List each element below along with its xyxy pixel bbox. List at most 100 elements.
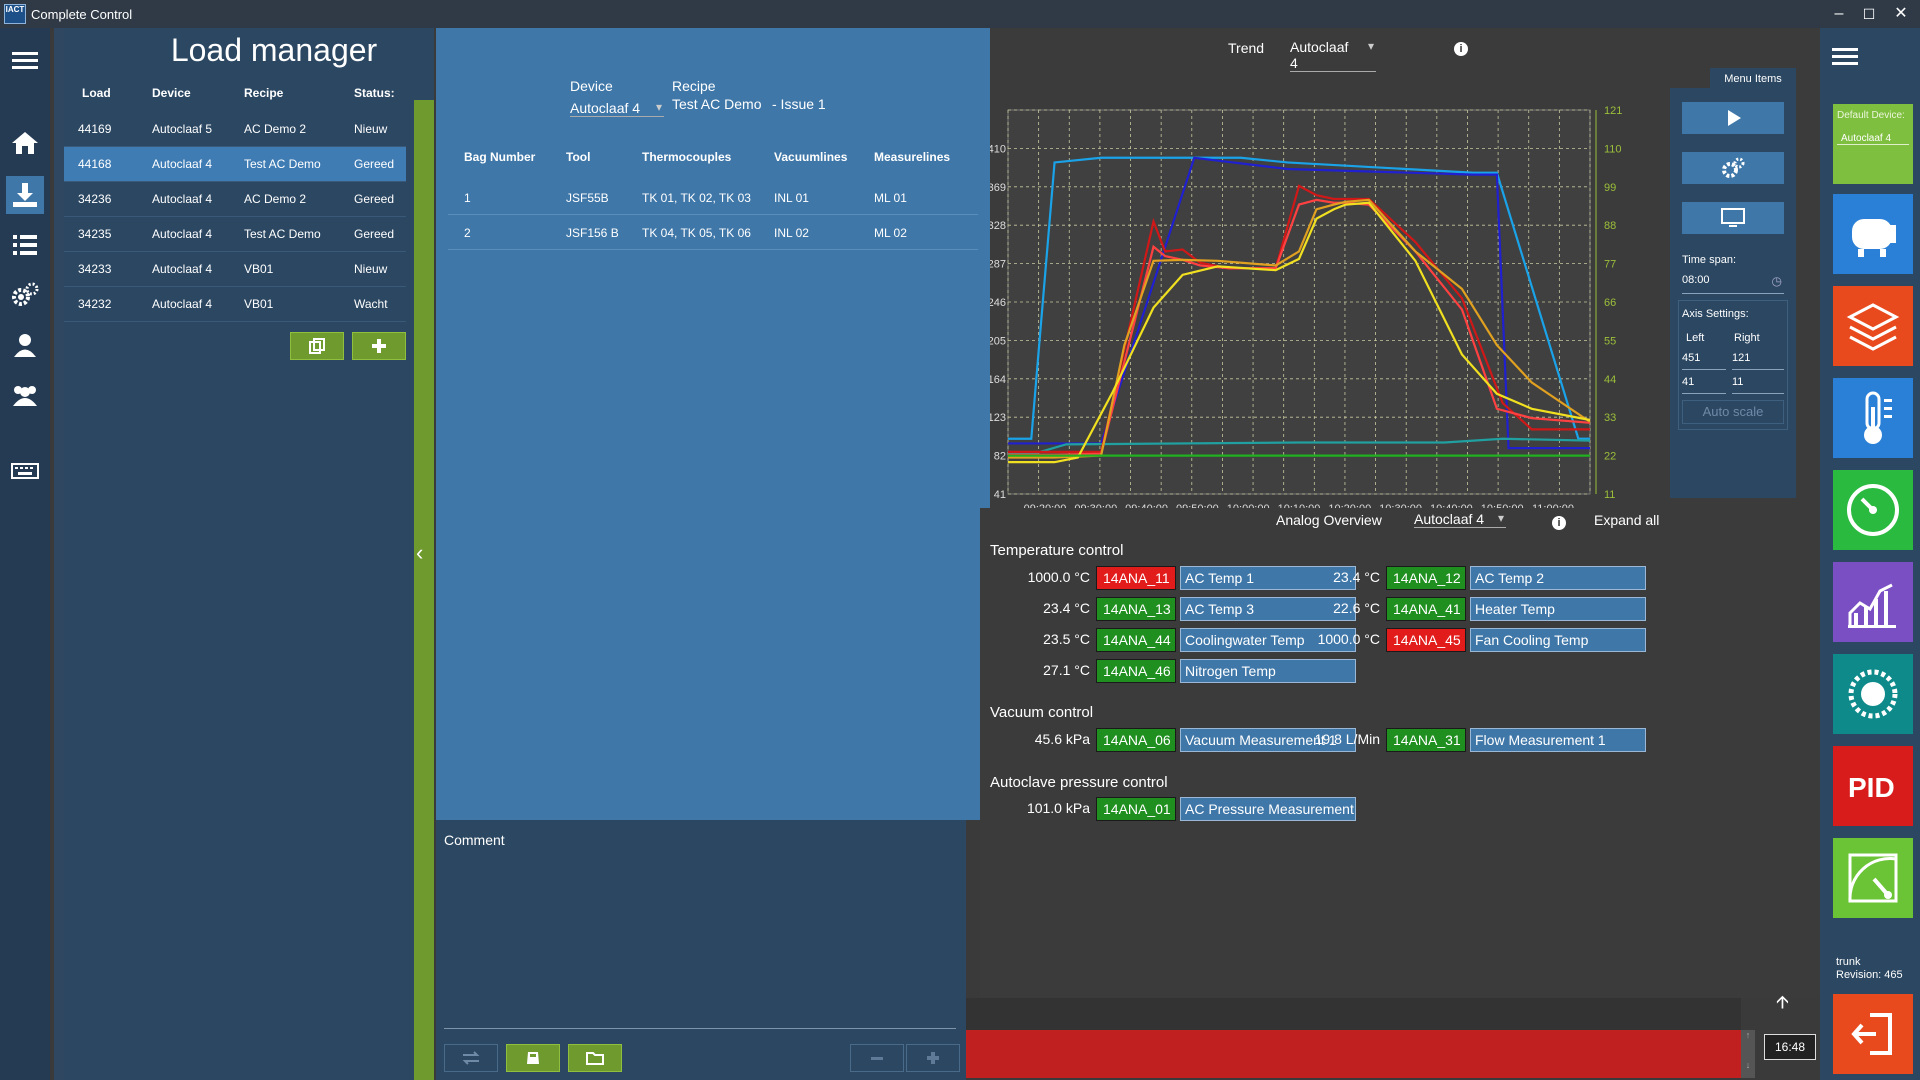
- right-min-input[interactable]: 11: [1732, 376, 1784, 394]
- list-icon[interactable]: [6, 226, 44, 264]
- analog-description[interactable]: AC Pressure Measurement: [1180, 797, 1356, 821]
- chart-settings-button[interactable]: [1682, 152, 1784, 184]
- open-folder-button[interactable]: [568, 1044, 622, 1072]
- col-load: Load: [82, 86, 111, 100]
- cell-status: Gereed: [354, 192, 395, 206]
- auto-scale-button[interactable]: Auto scale: [1682, 400, 1784, 424]
- right-max-input[interactable]: 121: [1732, 352, 1784, 370]
- download-icon[interactable]: [6, 176, 44, 214]
- analog-tag[interactable]: 14ANA_44: [1096, 628, 1176, 652]
- maximize-button[interactable]: ☐: [1856, 4, 1882, 24]
- table-row[interactable]: 34236 Autoclaaf 4 AC Demo 2 Gereed: [64, 182, 406, 217]
- analog-info-icon[interactable]: i: [1552, 516, 1566, 530]
- default-device-label: Default Device:: [1837, 110, 1905, 121]
- close-button[interactable]: ✕: [1888, 4, 1914, 24]
- left-min-input[interactable]: 41: [1682, 376, 1726, 394]
- scroll-up-icon[interactable]: ↑: [1741, 1030, 1755, 1040]
- analog-value: 23.4 °C: [1043, 600, 1090, 616]
- table-row[interactable]: 44169 Autoclaaf 5 AC Demo 2 Nieuw: [64, 112, 406, 147]
- users-group-icon[interactable]: [6, 376, 44, 414]
- user-icon[interactable]: [6, 326, 44, 364]
- analog-tag[interactable]: 14ANA_46: [1096, 659, 1176, 683]
- left-tick-label: 82: [994, 451, 1006, 463]
- transfer-button[interactable]: [444, 1044, 498, 1072]
- play-button[interactable]: [1682, 102, 1784, 134]
- right-tick-label: 110: [1604, 143, 1622, 155]
- table-row[interactable]: 34233 Autoclaaf 4 VB01 Nieuw: [64, 252, 406, 287]
- save-button[interactable]: [506, 1044, 560, 1072]
- analog-tag[interactable]: 14ANA_31: [1386, 728, 1466, 752]
- trend-label: Trend: [1228, 40, 1265, 56]
- home-icon[interactable]: [6, 124, 44, 162]
- revision-number: Revision: 465: [1836, 969, 1903, 981]
- keyboard-icon[interactable]: [6, 452, 44, 490]
- pid-icon: PID: [1848, 772, 1895, 803]
- temperature-tile[interactable]: [1833, 378, 1913, 458]
- statistics-tile[interactable]: [1833, 562, 1913, 642]
- analog-tag[interactable]: 14ANA_41: [1386, 597, 1466, 621]
- settings-gears-icon[interactable]: [6, 276, 44, 314]
- analog-tag[interactable]: 14ANA_13: [1096, 597, 1176, 621]
- add-button[interactable]: [906, 1044, 960, 1072]
- display-button[interactable]: [1682, 202, 1784, 234]
- analog-tag[interactable]: 14ANA_45: [1386, 628, 1466, 652]
- pressure-control-title[interactable]: Autoclave pressure control: [990, 774, 1168, 791]
- vacuum-control-title[interactable]: Vacuum control: [990, 704, 1093, 721]
- logout-tile[interactable]: [1833, 994, 1913, 1074]
- dial-tile[interactable]: [1833, 654, 1913, 734]
- analog-tag[interactable]: 14ANA_12: [1386, 566, 1466, 590]
- comment-textarea[interactable]: [444, 850, 956, 1050]
- default-device-value[interactable]: Autoclaaf 4: [1837, 121, 1909, 145]
- speedometer-tile[interactable]: [1833, 838, 1913, 918]
- device-dropdown[interactable]: Autoclaaf 4: [570, 100, 664, 117]
- gauge-tile[interactable]: [1833, 470, 1913, 550]
- analog-description[interactable]: Heater Temp: [1470, 597, 1646, 621]
- pid-tile[interactable]: PID: [1833, 746, 1913, 826]
- table-row[interactable]: 1 JSF55B TK 01, TK 02, TK 03 INL 01 ML 01: [448, 180, 978, 215]
- hamburger-menu-icon[interactable]: [6, 42, 44, 80]
- left-tick-label: 123: [990, 412, 1006, 424]
- autoclave-tile[interactable]: [1833, 194, 1913, 274]
- dial-icon: [1848, 669, 1898, 719]
- analog-tag[interactable]: 14ANA_06: [1096, 728, 1176, 752]
- table-row[interactable]: 34232 Autoclaaf 4 VB01 Wacht: [64, 287, 406, 322]
- analog-description[interactable]: Flow Measurement 1: [1470, 728, 1646, 752]
- right-hamburger-icon[interactable]: [1830, 42, 1870, 78]
- right-tick-label: 77: [1604, 259, 1616, 271]
- table-row[interactable]: 44168 Autoclaaf 4 Test AC Demo Gereed: [64, 147, 406, 182]
- alarm-scrollbar[interactable]: ↑ ↓: [1741, 1030, 1755, 1078]
- copy-load-button[interactable]: [290, 332, 344, 360]
- analog-description[interactable]: AC Temp 2: [1470, 566, 1646, 590]
- cell-ml: ML 02: [874, 226, 907, 240]
- temperature-control-title[interactable]: Temperature control: [990, 542, 1123, 559]
- trend-chart[interactable]: 41 82 123 164 205 246 287 328 369 410 11 22 33 44 55 66…: [990, 68, 1660, 528]
- scroll-top-icon[interactable]: 🡩: [1776, 990, 1789, 1020]
- default-device-tile[interactable]: Default Device: Autoclaaf 4: [1833, 104, 1913, 184]
- device-dropdown-value: Autoclaaf 4: [570, 100, 641, 116]
- left-max-input[interactable]: 451: [1682, 352, 1726, 370]
- right-tick-label: 66: [1604, 297, 1616, 309]
- table-row[interactable]: 2 JSF156 B TK 04, TK 05, TK 06 INL 02 ML 02: [448, 215, 978, 250]
- axis-right-label: Right: [1734, 332, 1760, 344]
- time-span-input[interactable]: 08:00 ◷: [1682, 274, 1784, 294]
- svg-text:PID: PID: [1848, 772, 1895, 803]
- collapse-panel-bar[interactable]: ‹: [414, 100, 434, 1080]
- analog-tag[interactable]: 14ANA_01: [1096, 797, 1176, 821]
- expand-all-button[interactable]: Expand all: [1594, 512, 1659, 528]
- right-nav: Default Device: Autoclaaf 4 PID trunk Re…: [1820, 28, 1920, 1080]
- table-row[interactable]: 34235 Autoclaaf 4 Test AC Demo Gereed: [64, 217, 406, 252]
- cell-recipe: AC Demo 2: [244, 122, 307, 136]
- scroll-down-icon[interactable]: ↓: [1741, 1060, 1755, 1070]
- layers-tile[interactable]: [1833, 286, 1913, 366]
- analog-value: 45.6 kPa: [1034, 731, 1090, 747]
- analog-description[interactable]: Nitrogen Temp: [1180, 659, 1356, 683]
- chevron-left-icon[interactable]: ‹: [416, 540, 423, 566]
- remove-button[interactable]: [850, 1044, 904, 1072]
- trend-info-icon[interactable]: i: [1454, 42, 1468, 56]
- analog-tag[interactable]: 14ANA_11: [1096, 566, 1176, 590]
- add-load-button[interactable]: [352, 332, 406, 360]
- analog-device-dropdown[interactable]: Autoclaaf 4: [1414, 511, 1506, 528]
- minimize-button[interactable]: –: [1826, 4, 1852, 24]
- analog-description[interactable]: Fan Cooling Temp: [1470, 628, 1646, 652]
- cell-device: Autoclaaf 4: [152, 262, 213, 276]
